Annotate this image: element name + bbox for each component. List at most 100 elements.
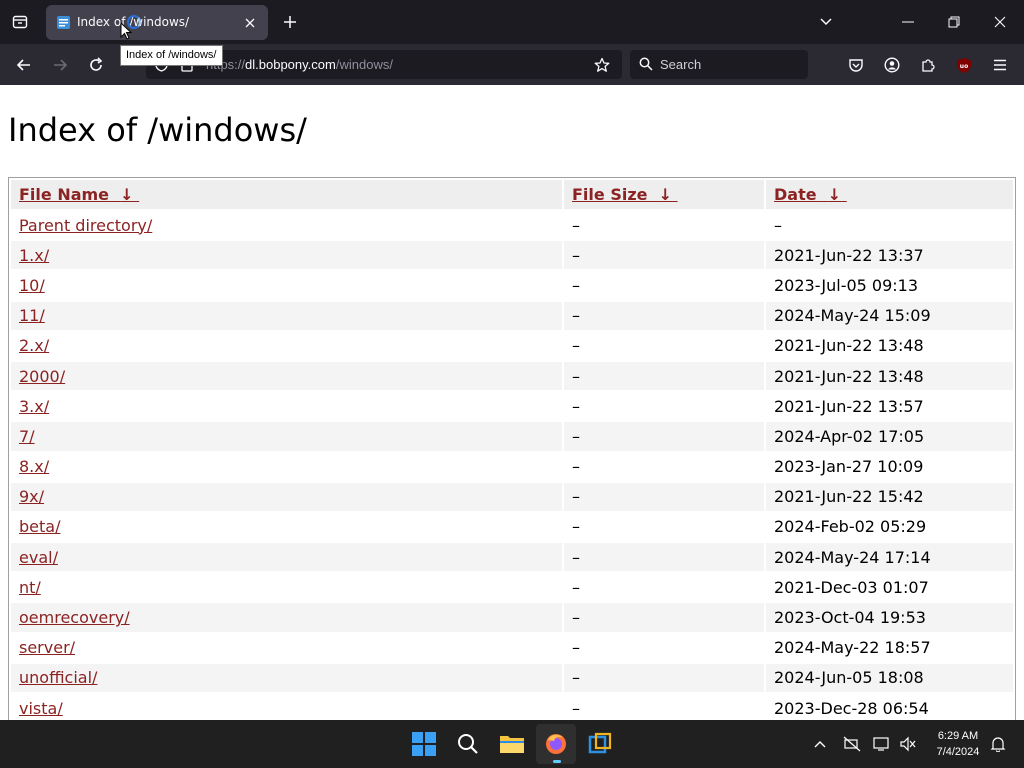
file-name-cell: 8.x/ (11, 453, 562, 481)
file-size-cell: – (572, 215, 580, 235)
directory-link[interactable]: 10/ (19, 276, 45, 295)
search-icon (638, 56, 654, 72)
directory-link[interactable]: 2000/ (19, 367, 65, 386)
table-row: unofficial/ –2024-Jun-05 18:08 (11, 663, 1013, 692)
date-cell: 2023-Jan-27 10:09 (774, 457, 924, 477)
firefox-view-icon[interactable] (8, 11, 32, 33)
list-all-tabs-icon[interactable] (814, 11, 838, 33)
url-text: https://dl.bobpony.com/windows/ (206, 57, 393, 72)
ublock-origin-icon[interactable]: uo (952, 53, 976, 77)
file-name-cell: beta/ (11, 513, 562, 541)
directory-link[interactable]: 3.x/ (19, 397, 49, 416)
table-row: server/ – 2024-May-22 18:57 (11, 634, 1013, 662)
restore-icon[interactable] (942, 11, 966, 33)
directory-link[interactable]: oemrecovery/ (19, 608, 130, 627)
file-size-cell: – (572, 457, 580, 477)
pocket-icon[interactable] (844, 53, 868, 77)
date-cell: 2021-Jun-22 13:48 (774, 336, 924, 356)
back-icon[interactable] (12, 53, 36, 77)
notifications-bell-icon[interactable] (988, 734, 1008, 754)
column-label: File Name (19, 185, 110, 204)
volume-muted-icon[interactable] (898, 734, 918, 754)
reload-icon[interactable] (84, 53, 108, 77)
file-table: File Name ↓ File Size ↓ Date ↓ Parent di… (9, 178, 1015, 720)
windows-taskbar: 6:29 AM 7/4/2024 (0, 720, 1024, 768)
parent-directory-link[interactable]: Parent directory/ (19, 216, 152, 235)
new-tab-icon[interactable] (278, 11, 302, 33)
show-hidden-icons-chevron-icon[interactable] (810, 734, 830, 754)
file-name-cell: 11/ (11, 301, 562, 330)
file-size-cell: – (572, 396, 580, 416)
file-size-cell: – (572, 275, 580, 295)
directory-link[interactable]: 1.x/ (19, 246, 49, 265)
directory-link[interactable]: 8.x/ (19, 457, 49, 476)
date-cell: 2023-Jul-05 09:13 (774, 275, 919, 295)
virtualbox-icon[interactable] (580, 724, 620, 764)
directory-link[interactable]: server/ (19, 638, 75, 657)
network-status-icon[interactable] (872, 734, 892, 754)
directory-link[interactable]: unofficial/ (19, 668, 97, 687)
directory-link[interactable]: nt/ (19, 578, 41, 597)
firefox-taskbar-button[interactable] (536, 724, 576, 764)
column-label: File Size (572, 185, 648, 204)
svg-text:uo: uo (960, 63, 968, 70)
directory-link[interactable]: 9x/ (19, 487, 44, 506)
search-bar[interactable]: Search (630, 50, 808, 79)
search-icon[interactable] (448, 724, 488, 764)
page-title: Index of /windows/ (8, 111, 307, 149)
column-header-size: File Size ↓ (564, 180, 764, 209)
column-label: Date (774, 185, 817, 204)
extensions-icon[interactable] (916, 53, 940, 77)
bookmark-star-icon[interactable] (592, 55, 612, 75)
directory-link[interactable]: vista/ (19, 699, 63, 718)
sort-by-name-link[interactable]: File Name ↓ (19, 185, 139, 204)
forward-icon[interactable] (48, 53, 72, 77)
close-window-icon[interactable] (988, 11, 1012, 33)
file-size-cell: – (572, 577, 580, 597)
file-size-cell: – (564, 422, 764, 451)
file-size-cell: – (572, 638, 580, 658)
directory-link[interactable]: 11/ (19, 306, 45, 325)
directory-link[interactable]: 2.x/ (19, 336, 49, 355)
taskbar-clock[interactable]: 6:29 AM 7/4/2024 (928, 728, 988, 760)
table-row: 2000/ –2021-Jun-22 13:48 (11, 361, 1013, 391)
url-host: dl.bobpony.com (245, 57, 336, 72)
file-size-cell: – (564, 603, 764, 632)
file-name-cell: 9x/ (11, 482, 562, 511)
network-disconnected-icon[interactable] (842, 734, 862, 754)
table-row: 10/ – 2023-Jul-05 09:13 (11, 271, 1013, 299)
url-path: /windows/ (335, 57, 393, 72)
file-explorer-icon[interactable] (492, 724, 532, 764)
directory-link[interactable]: eval/ (19, 548, 58, 567)
menu-hamburger-icon[interactable] (988, 53, 1012, 77)
table-row: 2.x/ – 2021-Jun-22 13:48 (11, 332, 1013, 360)
date-cell: 2021-Jun-22 13:48 (766, 361, 1013, 391)
search-input[interactable]: Search (660, 57, 701, 72)
table-row: vista/ – 2023-Dec-28 06:54 (11, 694, 1013, 720)
date-cell: 2024-May-22 18:57 (774, 638, 931, 658)
file-name-cell: 3.x/ (11, 392, 562, 420)
sort-by-size-link[interactable]: File Size ↓ (572, 185, 678, 204)
date-cell: 2021-Dec-03 01:07 (774, 577, 929, 597)
file-size-cell: – (572, 336, 580, 356)
file-listing: File Name ↓ File Size ↓ Date ↓ Parent di… (8, 177, 1016, 720)
file-name-cell: server/ (11, 634, 562, 662)
date-cell: 2023-Oct-04 19:53 (766, 603, 1013, 632)
tab-active[interactable]: Index of /windows/ (46, 5, 268, 40)
directory-link[interactable]: 7/ (19, 427, 35, 446)
file-size-cell: – (564, 241, 764, 270)
sort-arrow-icon: ↓ (827, 185, 842, 204)
file-size-cell: – (572, 698, 580, 718)
file-name-cell: oemrecovery/ (11, 603, 562, 632)
tab-close-icon[interactable] (240, 13, 260, 33)
account-icon[interactable] (880, 53, 904, 77)
firefox-icon (546, 734, 566, 754)
minimize-icon[interactable] (896, 11, 920, 33)
table-header-row: File Name ↓ File Size ↓ Date ↓ (11, 180, 1013, 209)
file-name-cell: nt/ (11, 573, 562, 601)
clock-time: 6:29 AM (937, 730, 979, 742)
directory-link[interactable]: beta/ (19, 517, 60, 536)
sort-by-date-link[interactable]: Date ↓ (774, 185, 847, 204)
table-row: oemrecovery/ –2023-Oct-04 19:53 (11, 603, 1013, 632)
windows-start-icon[interactable] (404, 724, 444, 764)
